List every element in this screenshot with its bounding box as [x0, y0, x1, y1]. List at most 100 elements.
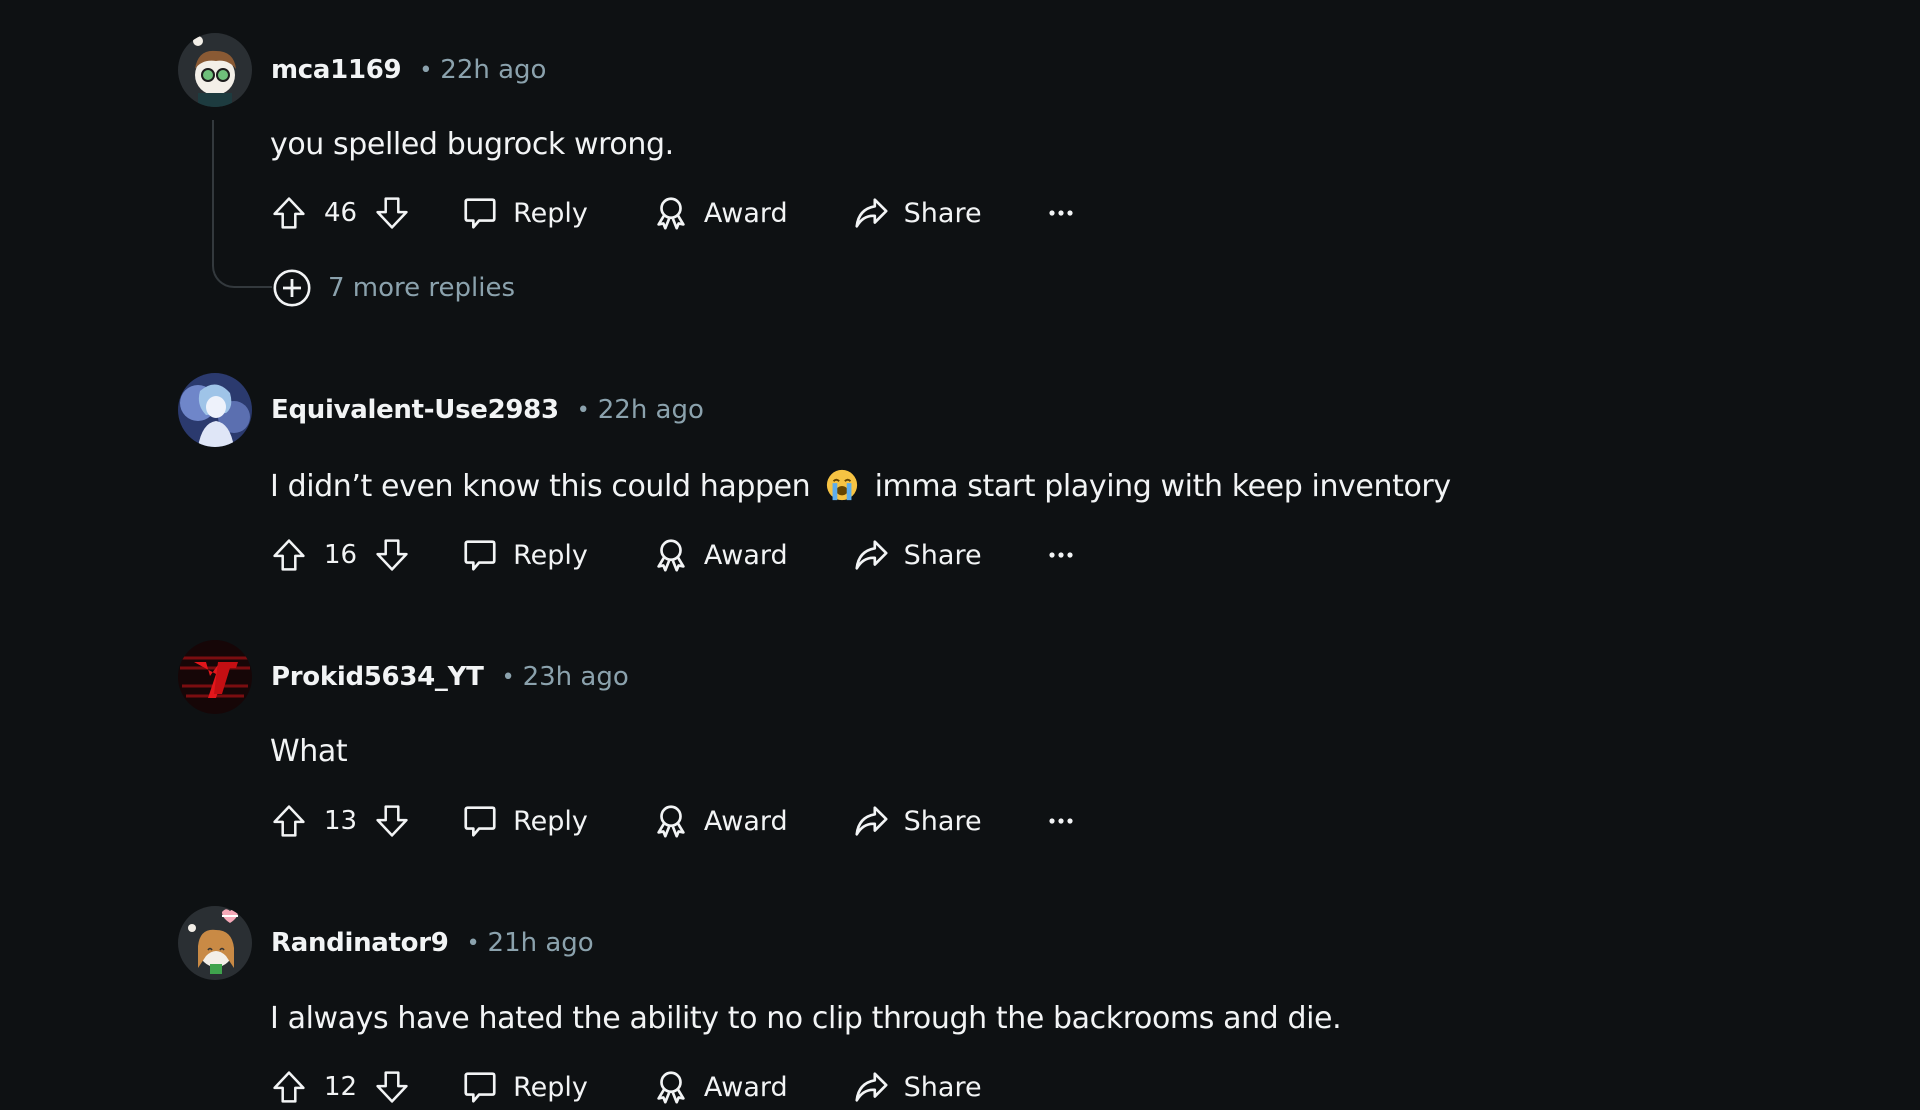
username[interactable]: Prokid5634_YT	[271, 662, 484, 692]
more-options-button[interactable]	[1046, 190, 1076, 236]
vote-score: 13	[324, 806, 358, 836]
comment-actions: 12 Reply Award Share	[270, 1064, 982, 1110]
comment-text: What	[270, 734, 348, 769]
comment-actions: 16 Reply Award Share	[270, 532, 1076, 578]
loudly-crying-face-emoji	[827, 469, 858, 501]
downvote-icon	[374, 803, 410, 839]
upvote-button[interactable]	[270, 532, 308, 578]
comment-bubble-icon	[461, 194, 499, 232]
comment-text: I always have hated the ability to no cl…	[270, 1001, 1342, 1036]
timestamp[interactable]: 22h ago	[598, 395, 704, 425]
reply-button[interactable]: Reply	[461, 1064, 588, 1110]
comment-bubble-icon	[461, 1068, 499, 1106]
comment-header: Randinator9 • 21h ago	[271, 923, 594, 963]
separator-dot: •	[466, 930, 480, 956]
award-button[interactable]: Award	[652, 532, 788, 578]
plus-circle-icon	[273, 269, 311, 307]
timestamp[interactable]: 21h ago	[488, 928, 594, 958]
downvote-button[interactable]	[373, 190, 411, 236]
downvote-icon	[374, 195, 410, 231]
timestamp[interactable]: 22h ago	[440, 55, 546, 85]
separator-dot: •	[501, 664, 515, 690]
avatar-snoo-heart-icon	[178, 906, 252, 980]
award-button[interactable]: Award	[652, 798, 788, 844]
share-button[interactable]: Share	[852, 532, 982, 578]
ellipsis-icon	[1047, 208, 1075, 218]
username[interactable]: mca1169	[271, 55, 402, 85]
more-options-button[interactable]	[1046, 532, 1076, 578]
award-label: Award	[703, 197, 788, 229]
award-icon	[652, 194, 690, 232]
award-icon	[652, 1068, 690, 1106]
reply-label: Reply	[513, 1071, 588, 1103]
upvote-button[interactable]	[270, 190, 308, 236]
avatar-glasses-icon	[178, 33, 252, 107]
comment-actions: 46 Reply Award Share	[270, 190, 1076, 236]
reply-button[interactable]: Reply	[461, 532, 588, 578]
comment-bubble-icon	[461, 536, 499, 574]
comment-text: you spelled bugrock wrong.	[270, 127, 674, 162]
avatar[interactable]	[178, 33, 252, 107]
award-icon	[652, 802, 690, 840]
avatar[interactable]	[178, 373, 252, 447]
share-icon	[852, 1068, 890, 1106]
award-label: Award	[703, 805, 788, 837]
username[interactable]: Equivalent-Use2983	[271, 395, 559, 425]
award-label: Award	[703, 1071, 788, 1103]
ellipsis-icon	[1047, 816, 1075, 826]
avatar[interactable]	[178, 640, 252, 714]
more-replies-label: 7 more replies	[328, 273, 516, 303]
reply-button[interactable]: Reply	[461, 798, 588, 844]
comment-text-part: I didn’t even know this could happen	[270, 469, 811, 504]
comment-header: mca1169 • 22h ago	[271, 50, 546, 90]
share-label: Share	[903, 539, 982, 571]
separator-dot: •	[576, 397, 590, 423]
thread-line[interactable]	[212, 120, 272, 288]
award-button[interactable]: Award	[652, 190, 788, 236]
comment-actions: 13 Reply Award Share	[270, 798, 1076, 844]
share-button[interactable]: Share	[852, 798, 982, 844]
comment-text-part: imma start playing with keep inventory	[874, 469, 1452, 504]
avatar[interactable]	[178, 906, 252, 980]
ellipsis-icon	[1047, 550, 1075, 560]
share-label: Share	[903, 197, 982, 229]
more-options-button[interactable]	[1046, 798, 1076, 844]
avatar-yt-logo-icon	[178, 640, 252, 714]
reply-button[interactable]: Reply	[461, 190, 588, 236]
separator-dot: •	[419, 57, 433, 83]
reply-label: Reply	[513, 539, 588, 571]
downvote-icon	[374, 1069, 410, 1105]
share-icon	[852, 194, 890, 232]
reply-label: Reply	[513, 197, 588, 229]
share-icon	[852, 536, 890, 574]
share-button[interactable]: Share	[852, 190, 982, 236]
upvote-icon	[271, 195, 307, 231]
share-button[interactable]: Share	[852, 1064, 982, 1110]
username[interactable]: Randinator9	[271, 928, 449, 958]
reply-label: Reply	[513, 805, 588, 837]
downvote-button[interactable]	[373, 532, 411, 578]
vote-score: 12	[324, 1072, 358, 1102]
award-icon	[652, 536, 690, 574]
downvote-button[interactable]	[373, 798, 411, 844]
upvote-icon	[271, 537, 307, 573]
vote-score: 16	[324, 540, 358, 570]
more-replies-button[interactable]: 7 more replies	[272, 268, 515, 308]
share-label: Share	[903, 805, 982, 837]
comment-header: Prokid5634_YT • 23h ago	[271, 657, 629, 697]
share-icon	[852, 802, 890, 840]
share-label: Share	[903, 1071, 982, 1103]
avatar-anime-icon	[178, 373, 252, 447]
award-button[interactable]: Award	[652, 1064, 788, 1110]
upvote-button[interactable]	[270, 1064, 308, 1110]
upvote-icon	[271, 1069, 307, 1105]
downvote-icon	[374, 537, 410, 573]
upvote-icon	[271, 803, 307, 839]
downvote-button[interactable]	[373, 1064, 411, 1110]
comment-header: Equivalent-Use2983 • 22h ago	[271, 390, 704, 430]
comment-bubble-icon	[461, 802, 499, 840]
timestamp[interactable]: 23h ago	[523, 662, 629, 692]
upvote-button[interactable]	[270, 798, 308, 844]
vote-score: 46	[324, 198, 358, 228]
comment-text: I didn’t even know this could happen imm…	[270, 465, 1451, 509]
